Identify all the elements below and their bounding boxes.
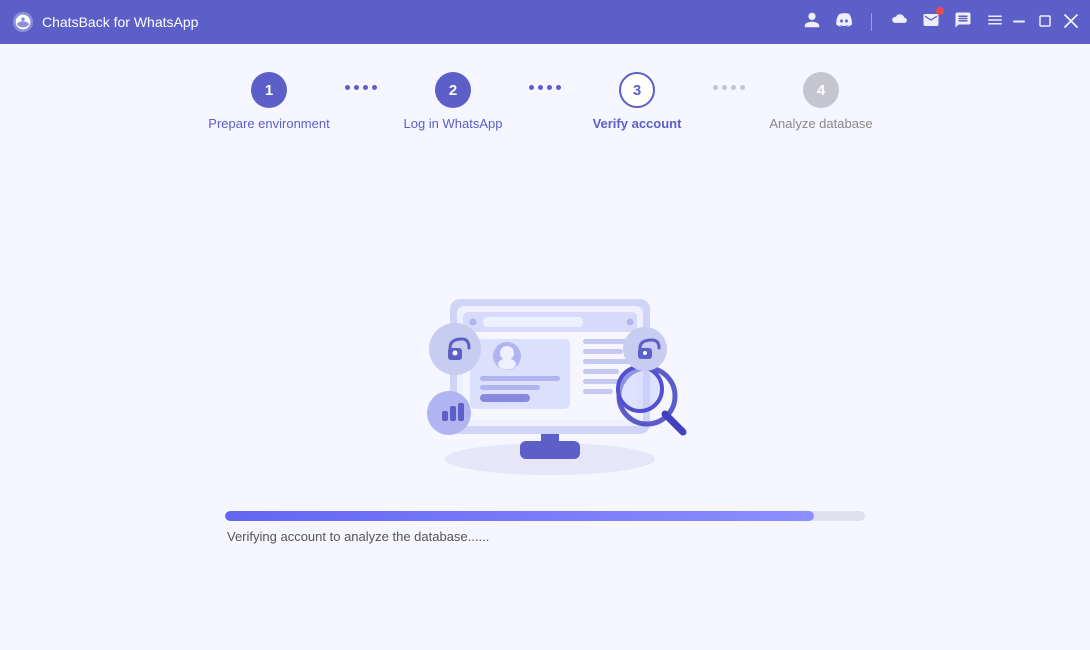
dots-2-3 (529, 85, 561, 118)
dot (538, 85, 543, 90)
step-circle-3: 3 (619, 72, 655, 108)
dot (547, 85, 552, 90)
progress-bar-fill (225, 511, 814, 521)
window-controls (1012, 14, 1078, 31)
steps-bar: 1 Prepare environment 2 Log in WhatsApp (0, 44, 1090, 147)
divider (871, 13, 872, 31)
person-icon[interactable] (803, 11, 821, 34)
step-analyze: 4 Analyze database (751, 72, 891, 131)
app-logo (12, 11, 34, 33)
progress-status-text: Verifying account to analyze the databas… (225, 529, 865, 544)
step-label-3: Verify account (593, 116, 682, 131)
dot (731, 85, 736, 90)
dot (556, 85, 561, 90)
dot (363, 85, 368, 90)
dot (740, 85, 745, 90)
dots-1-2 (345, 85, 377, 118)
step-circle-2: 2 (435, 72, 471, 108)
mail-badge (936, 7, 944, 15)
menu-icon[interactable] (986, 11, 1004, 34)
dot (354, 85, 359, 90)
titlebar: ChatsBack for WhatsApp (0, 0, 1090, 44)
step-login: 2 Log in WhatsApp (383, 72, 523, 131)
dot (529, 85, 534, 90)
step-label-2: Log in WhatsApp (403, 116, 502, 131)
close-button[interactable] (1064, 14, 1078, 31)
discord-icon[interactable] (835, 11, 853, 34)
toolbar-icons (803, 11, 1004, 34)
step-circle-4: 4 (803, 72, 839, 108)
cloud-icon[interactable] (890, 11, 908, 34)
dots-3-4 (713, 85, 745, 118)
dot (372, 85, 377, 90)
app-title: ChatsBack for WhatsApp (42, 14, 803, 30)
step-circle-1: 1 (251, 72, 287, 108)
progress-section: Verifying account to analyze the databas… (225, 511, 865, 544)
chat-icon[interactable] (954, 11, 972, 34)
maximize-button[interactable] (1038, 14, 1052, 31)
dot (713, 85, 718, 90)
step-label-4: Analyze database (769, 116, 872, 131)
illustration-area: Verifying account to analyze the databas… (0, 147, 1090, 650)
dot (345, 85, 350, 90)
main-content: 1 Prepare environment 2 Log in WhatsApp (0, 44, 1090, 650)
minimize-button[interactable] (1012, 14, 1026, 31)
step-prepare: 1 Prepare environment (199, 72, 339, 131)
progress-bar-background (225, 511, 865, 521)
step-label-1: Prepare environment (208, 116, 329, 131)
monitor-illustration (345, 231, 745, 491)
step-verify: 3 Verify account (567, 72, 707, 131)
mail-icon[interactable] (922, 11, 940, 34)
dot (722, 85, 727, 90)
illustration-svg (345, 231, 745, 491)
